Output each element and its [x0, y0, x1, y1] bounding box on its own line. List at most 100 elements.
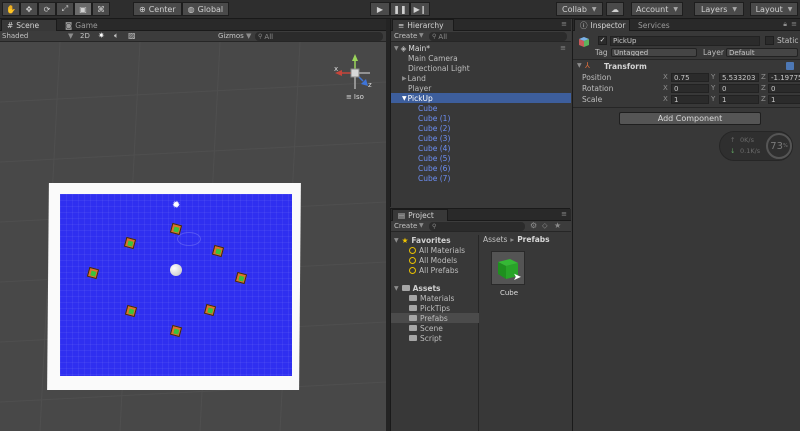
pivot-rotation-button[interactable]: ◍ Global: [181, 2, 230, 16]
lock-icon[interactable]: 🔒︎: [783, 20, 787, 29]
favorite-star-icon[interactable]: ★: [554, 221, 561, 230]
custom-tool-button[interactable]: ⌘: [92, 2, 110, 16]
rect-tool-button[interactable]: ▣: [74, 2, 92, 16]
layer-dropdown[interactable]: Default: [726, 48, 798, 57]
hierarchy-item[interactable]: Cube (4): [391, 143, 571, 153]
folder-item[interactable]: Materials: [391, 293, 479, 303]
directional-light-icon[interactable]: ✹: [172, 200, 180, 211]
add-component-button[interactable]: Add Component: [619, 112, 761, 125]
folder-item-selected[interactable]: Prefabs: [391, 313, 479, 323]
position-x-field[interactable]: 0.75: [671, 73, 709, 82]
project-search-input[interactable]: ⚲: [429, 222, 525, 231]
tab-inspector[interactable]: ⓘ Inspector: [574, 19, 630, 31]
projection-toggle[interactable]: ≡ Iso: [346, 93, 364, 101]
scale-y-field[interactable]: 1: [719, 95, 759, 104]
land-ground[interactable]: [60, 194, 292, 376]
player-sphere[interactable]: [170, 264, 182, 276]
asset-thumbnail[interactable]: ➤: [491, 251, 525, 285]
expand-arrow-icon: ▼: [394, 44, 399, 52]
tag-value: Untagged: [614, 49, 649, 57]
gizmos-dropdown[interactable]: Gizmos: [218, 32, 244, 40]
assets-header[interactable]: ▼ Assets: [391, 283, 479, 293]
cloud-button[interactable]: ☁: [606, 2, 624, 16]
panel-menu-icon[interactable]: ≡: [791, 20, 797, 28]
hierarchy-search-input[interactable]: ⚲ All: [429, 32, 567, 41]
panel-menu-icon[interactable]: ≡: [561, 20, 567, 28]
hierarchy-item[interactable]: Cube (5): [391, 153, 571, 163]
hierarchy-item[interactable]: Main Camera: [391, 53, 571, 63]
hand-tool-button[interactable]: ✋: [2, 2, 20, 16]
transform-header[interactable]: ▼ ⅄ Transform: [573, 61, 800, 72]
tab-scene-label: Scene: [16, 21, 40, 30]
hierarchy-scene-row[interactable]: ▼ ◈ Main* ≡: [391, 43, 571, 53]
breadcrumb-current[interactable]: Prefabs: [517, 235, 549, 245]
hierarchy-item[interactable]: Cube (2): [391, 123, 571, 133]
account-dropdown[interactable]: Account ▼: [631, 2, 683, 16]
effects-icon[interactable]: ▨: [128, 31, 136, 40]
step-button[interactable]: ▶❙: [410, 2, 430, 16]
pivot-mode-button[interactable]: ⊕ Center: [133, 2, 182, 16]
position-y-field[interactable]: 5.533203: [719, 73, 759, 82]
hierarchy-item[interactable]: Cube: [391, 103, 571, 113]
filter-type-icon[interactable]: ⚙: [530, 221, 537, 230]
hierarchy-panel: ≡ Hierarchy ≡ Create ▼ ⚲ All ▼ ◈ Main* ≡ …: [390, 19, 571, 207]
collapse-arrow-icon: ▶: [402, 74, 407, 82]
hierarchy-item[interactable]: Cube (6): [391, 163, 571, 173]
scale-z-field[interactable]: 1: [768, 95, 800, 104]
rotation-z-field[interactable]: 0: [768, 84, 800, 93]
hierarchy-item[interactable]: ▶ Land: [391, 73, 571, 83]
favorite-item[interactable]: All Models: [391, 255, 479, 265]
rotation-y-field[interactable]: 0: [719, 84, 759, 93]
hierarchy-item-label: Cube: [418, 103, 438, 113]
tag-dropdown[interactable]: Untagged: [611, 48, 697, 57]
pause-button[interactable]: ❚❚: [390, 2, 410, 16]
lighting-icon[interactable]: ✷: [98, 31, 105, 40]
hierarchy-item[interactable]: Cube (1): [391, 113, 571, 123]
position-z-field[interactable]: -1.19775: [768, 73, 800, 82]
scale-tool-button[interactable]: ⤢: [56, 2, 74, 16]
tab-project[interactable]: ▤ Project: [392, 209, 448, 221]
favorite-item[interactable]: All Prefabs: [391, 265, 479, 275]
object-name-field[interactable]: PickUp: [610, 36, 760, 46]
hierarchy-item[interactable]: Cube (3): [391, 133, 571, 143]
play-button[interactable]: ▶: [370, 2, 390, 16]
scene-search-input[interactable]: ⚲ All: [255, 32, 383, 41]
2d-toggle[interactable]: 2D: [80, 32, 90, 40]
hierarchy-item[interactable]: Cube (7): [391, 173, 571, 183]
static-checkbox[interactable]: [765, 36, 774, 45]
audio-icon[interactable]: 🔈︎: [114, 31, 119, 41]
layers-dropdown[interactable]: Layers ▼: [694, 2, 744, 16]
folder-item[interactable]: Scene: [391, 323, 479, 333]
hierarchy-item-selected[interactable]: ▼ PickUp: [391, 93, 571, 103]
scale-x-field[interactable]: 1: [671, 95, 709, 104]
rotate-tool-button[interactable]: ⟳: [38, 2, 56, 16]
breadcrumb-assets[interactable]: Assets: [483, 235, 507, 245]
project-create-dropdown[interactable]: Create: [394, 222, 417, 230]
layout-dropdown[interactable]: Layout ▼: [750, 2, 798, 16]
rect-tool-icon: ▣: [79, 4, 87, 14]
hierarchy-item[interactable]: Player: [391, 83, 571, 93]
help-book-icon[interactable]: [786, 62, 794, 70]
move-tool-button[interactable]: ✥: [20, 2, 38, 16]
collab-dropdown[interactable]: Collab ▼: [556, 2, 603, 16]
hierarchy-item-label: Directional Light: [408, 63, 470, 73]
hierarchy-item[interactable]: Directional Light: [391, 63, 571, 73]
y-axis-label: Y: [711, 84, 716, 92]
tab-services[interactable]: Services: [633, 19, 683, 31]
orientation-gizmo[interactable]: x z ≡ Iso: [330, 51, 380, 101]
tab-game[interactable]: ◙ Game: [60, 19, 118, 31]
panel-menu-icon[interactable]: ≡: [561, 210, 567, 218]
scene-menu-icon[interactable]: ≡: [560, 44, 566, 52]
tab-scene[interactable]: # Scene: [1, 19, 57, 31]
favorite-item[interactable]: All Materials: [391, 245, 479, 255]
folder-item[interactable]: PickTips: [391, 303, 479, 313]
hierarchy-create-dropdown[interactable]: Create: [394, 32, 417, 40]
rotation-x-field[interactable]: 0: [671, 84, 709, 93]
folder-item[interactable]: Script: [391, 333, 479, 343]
filter-label-icon[interactable]: ⬦: [542, 221, 548, 231]
active-checkbox[interactable]: ✓: [598, 36, 607, 45]
tab-hierarchy[interactable]: ≡ Hierarchy: [392, 19, 454, 31]
gameobject-icon[interactable]: [577, 35, 591, 49]
shading-mode-dropdown[interactable]: Shaded: [2, 32, 28, 40]
favorites-header[interactable]: ▼ ★ Favorites: [391, 235, 479, 245]
